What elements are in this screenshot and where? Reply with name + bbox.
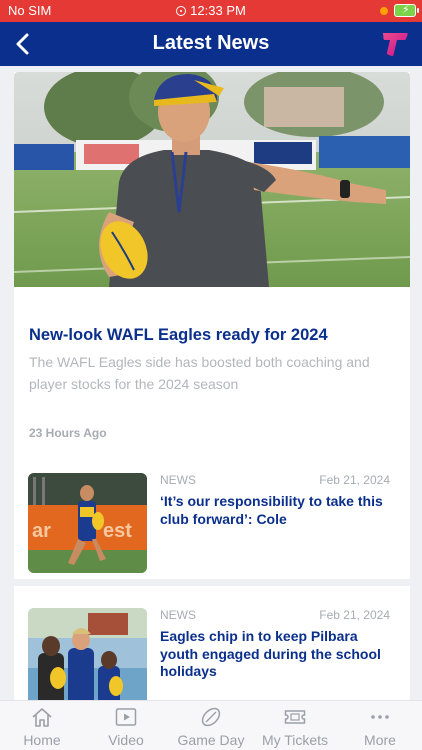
status-time: 12:33 PM xyxy=(190,3,246,18)
news-category: NEWS xyxy=(160,608,196,622)
tab-game-day[interactable]: Game Day xyxy=(169,701,253,750)
featured-image[interactable] xyxy=(14,72,410,287)
featured-headline[interactable]: New-look WAFL Eagles ready for 2024 xyxy=(29,326,399,345)
news-title[interactable]: Eagles chip in to keep Pilbara youth eng… xyxy=(160,628,390,681)
featured-time: 23 Hours Ago xyxy=(29,426,107,440)
news-date: Feb 21, 2024 xyxy=(319,608,390,622)
news-thumbnail[interactable] xyxy=(28,608,147,700)
more-icon xyxy=(371,715,389,719)
video-icon xyxy=(115,708,137,726)
ticket-icon xyxy=(284,710,306,724)
tab-label: More xyxy=(364,732,396,748)
news-date: Feb 21, 2024 xyxy=(319,473,390,487)
page-title: Latest News xyxy=(152,32,270,54)
news-thumbnail[interactable]: ar est xyxy=(28,473,147,573)
tab-home[interactable]: Home xyxy=(0,701,84,750)
tab-my-tickets[interactable]: My Tickets xyxy=(253,701,337,750)
tab-label: Game Day xyxy=(177,732,245,748)
telstra-logo-icon[interactable] xyxy=(380,29,410,59)
tab-more[interactable]: More xyxy=(338,701,422,750)
tab-bar: Home Video Game Day My Tickets More xyxy=(0,700,422,750)
football-icon xyxy=(201,707,221,727)
svg-text:ar: ar xyxy=(32,520,51,542)
svg-text:est: est xyxy=(103,520,132,542)
battery-icon: ⚡ xyxy=(394,4,419,17)
featured-summary: The WAFL Eagles side has boosted both co… xyxy=(29,354,370,392)
tab-video[interactable]: Video xyxy=(84,701,168,750)
status-bar: No SIM 12:33 PM ⚡ xyxy=(0,0,422,22)
tab-label: My Tickets xyxy=(261,732,329,748)
news-title[interactable]: ‘It’s our responsibility to take this cl… xyxy=(160,493,390,528)
news-item[interactable]: NEWS Feb 21, 2024 Eagles chip in to keep… xyxy=(14,586,410,700)
alarm-icon xyxy=(176,6,187,16)
tab-label: Video xyxy=(108,732,144,748)
indicator-dot xyxy=(380,7,388,15)
nav-bar: Latest News xyxy=(0,22,422,66)
news-feed[interactable]: New-look WAFL Eagles ready for 2024 The … xyxy=(0,66,422,700)
news-category: NEWS xyxy=(160,473,196,487)
news-item[interactable]: ar est NEWS Feb 21, 2024 ‘It’s our respo… xyxy=(14,451,410,579)
tab-label: Home xyxy=(23,732,61,748)
home-icon xyxy=(32,708,52,727)
